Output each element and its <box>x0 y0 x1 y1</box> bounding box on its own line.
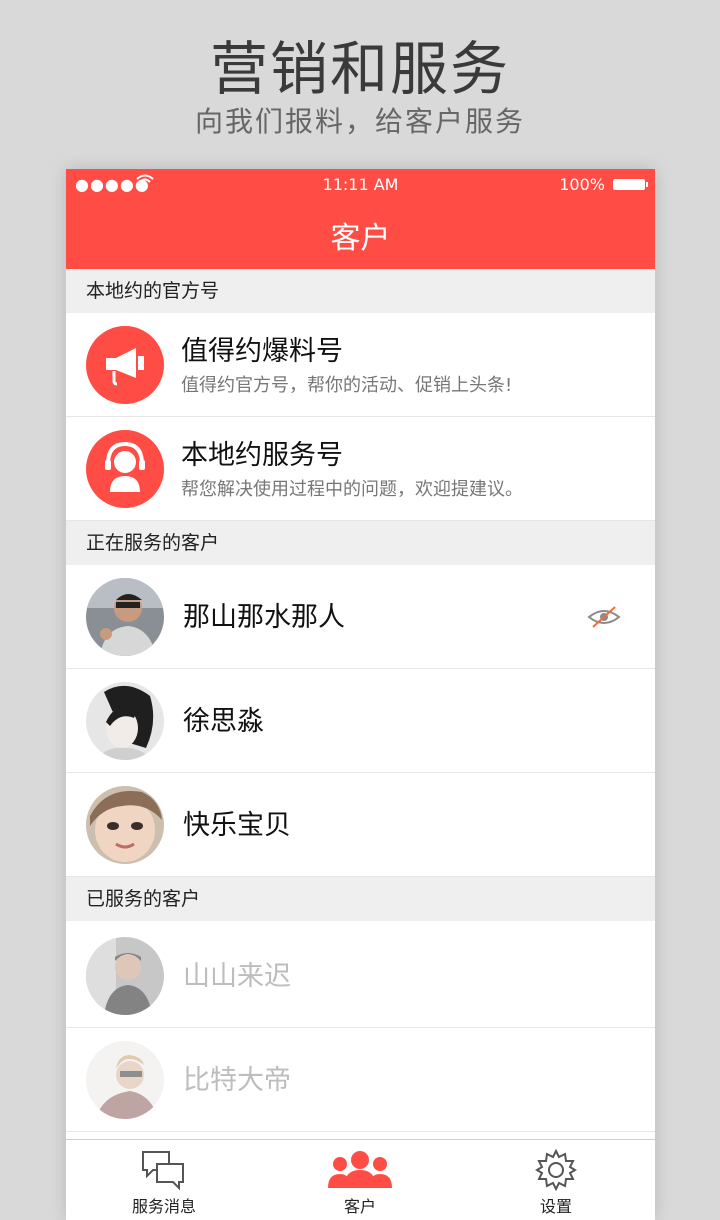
account-title: 本地约服务号 <box>181 440 343 471</box>
tab-settings[interactable]: 设置 <box>458 1140 654 1220</box>
list-item-customer[interactable]: 比特大帝 <box>66 1028 655 1132</box>
section-header-official: 本地约的官方号 <box>66 269 655 313</box>
customers-icon <box>328 1151 392 1188</box>
section-header-served: 已服务的客户 <box>66 877 655 921</box>
top-bar: ●●●●● 11:11 AM 100% 客户 <box>66 169 655 269</box>
tab-bar: 服务消息 客户 设置 <box>66 1139 655 1220</box>
tab-customers[interactable]: 客户 <box>262 1140 458 1220</box>
promo-subtitle: 向我们报料，给客户服务 <box>194 105 525 138</box>
battery-icon <box>613 179 648 190</box>
eye-off-icon[interactable] <box>587 603 621 631</box>
list-item-official-service[interactable]: 本地约服务号 帮您解决使用过程中的问题，欢迎提建议。 <box>66 417 655 521</box>
support-agent-icon <box>86 430 164 508</box>
battery-percent: 100% <box>559 175 605 194</box>
account-subtitle: 值得约官方号，帮你的活动、促销上头条! <box>181 375 513 396</box>
account-subtitle: 帮您解决使用过程中的问题，欢迎提建议。 <box>181 479 523 500</box>
section-header-serving: 正在服务的客户 <box>66 521 655 565</box>
gear-icon <box>535 1148 577 1192</box>
tab-service-messages[interactable]: 服务消息 <box>66 1140 262 1220</box>
page: 营销和服务 向我们报料，给客户服务 ●●●●● 11:11 AM 100% 客户… <box>0 0 720 1220</box>
avatar <box>86 786 164 864</box>
promo-title: 营销和服务 <box>209 35 510 103</box>
list-item-customer[interactable]: 徐思淼 <box>66 669 655 773</box>
customer-name: 快乐宝贝 <box>183 810 291 841</box>
chat-bubbles-icon <box>142 1151 184 1191</box>
status-bar: ●●●●● 11:11 AM 100% <box>66 169 655 199</box>
avatar <box>86 578 164 656</box>
megaphone-icon <box>86 326 164 404</box>
avatar <box>86 1041 164 1119</box>
page-title: 客户 <box>330 221 391 256</box>
tab-label: 服务消息 <box>131 1197 196 1216</box>
customer-name: 那山那水那人 <box>183 602 345 633</box>
tab-label: 设置 <box>539 1197 572 1216</box>
avatar <box>86 937 164 1015</box>
tab-label: 客户 <box>343 1197 376 1216</box>
customer-name: 比特大帝 <box>183 1065 291 1096</box>
list-item-customer[interactable]: 快乐宝贝 <box>66 773 655 877</box>
list-item-customer[interactable]: 那山那水那人 <box>66 565 655 669</box>
list-item-customer[interactable]: 山山来迟 <box>66 924 655 1028</box>
account-title: 值得约爆料号 <box>181 336 343 367</box>
phone-screen: ●●●●● 11:11 AM 100% 客户 本地约的官方号 值得约爆料号 值得… <box>66 169 655 1220</box>
avatar <box>86 682 164 760</box>
customer-name: 山山来迟 <box>183 961 291 992</box>
list-item-official-deals[interactable]: 值得约爆料号 值得约官方号，帮你的活动、促销上头条! <box>66 313 655 417</box>
customer-name: 徐思淼 <box>183 706 264 737</box>
